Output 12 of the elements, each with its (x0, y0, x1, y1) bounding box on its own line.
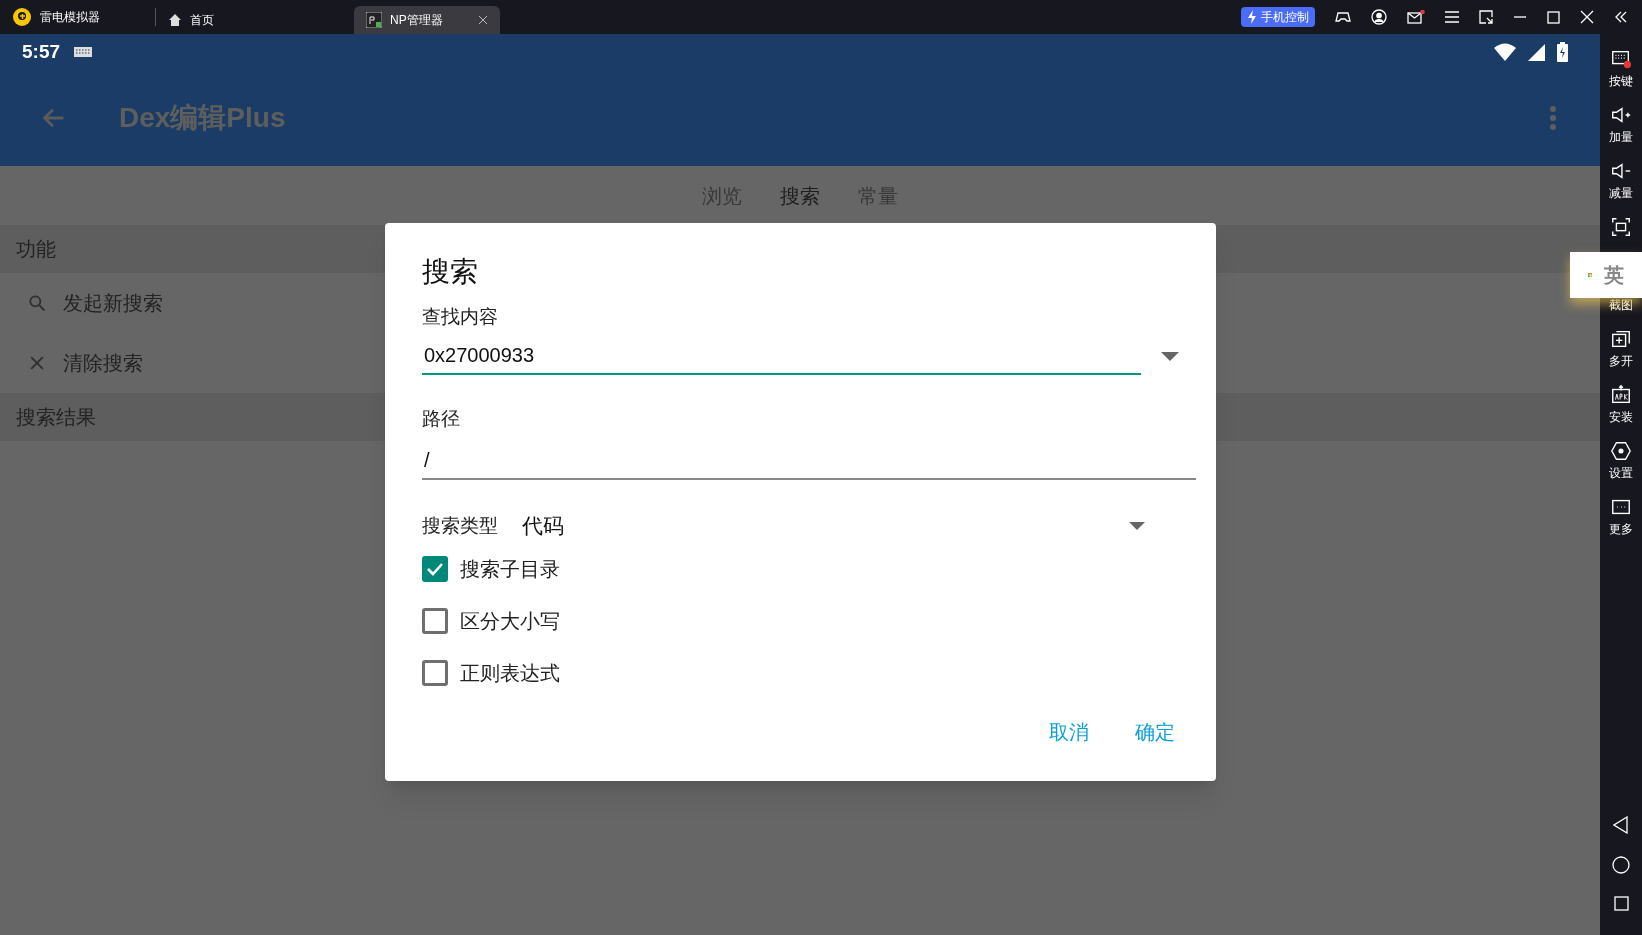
tab-label: 首页 (190, 12, 214, 29)
app-title: Dex编辑Plus (119, 101, 286, 135)
checkbox-label: 搜索子目录 (460, 556, 560, 582)
field-label: 搜索类型 (422, 513, 498, 538)
checkbox-label: 区分大小写 (460, 608, 560, 634)
status-time: 5:57 (22, 39, 61, 64)
field-label: 查找内容 (422, 305, 499, 329)
input-mode-label: 英 (1604, 263, 1624, 288)
tab-label: NP管理器 (390, 12, 443, 29)
field-label: 路径 (422, 406, 461, 431)
checkbox-label: 正则表达式 (460, 660, 560, 686)
app-name: 雷电模拟器 (40, 9, 100, 26)
